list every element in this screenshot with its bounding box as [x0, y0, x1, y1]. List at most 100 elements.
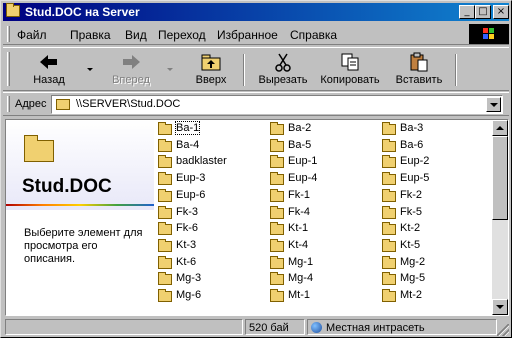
back-button[interactable]: Назад — [27, 52, 71, 88]
address-label: Адрес — [15, 98, 47, 110]
file-name: Fk-3 — [176, 205, 198, 218]
status-cell-size: 520 бай — [245, 319, 305, 335]
file-name: Mg-5 — [400, 272, 426, 285]
forward-arrow-icon — [119, 52, 143, 72]
folder-icon — [158, 272, 172, 286]
folder-icon — [158, 289, 172, 302]
copy-button[interactable]: Копировать — [317, 52, 383, 88]
folder-icon — [382, 238, 396, 252]
folder-icon — [382, 289, 396, 302]
folder-icon — [56, 99, 70, 110]
scroll-down-button[interactable] — [492, 299, 508, 315]
back-dropdown-icon[interactable] — [87, 68, 93, 71]
folder-icon — [270, 172, 284, 186]
address-value[interactable]: \\SERVER\Stud.DOC — [76, 98, 180, 110]
address-grip[interactable] — [7, 96, 10, 112]
maximize-button[interactable]: □ — [475, 5, 491, 19]
explorer-window: Stud.DOC на Server _ □ × Файл Правка Вид… — [0, 0, 512, 338]
file-name: Eup-4 — [288, 172, 318, 185]
menu-edit[interactable]: Правка — [70, 28, 111, 42]
up-label: Вверх — [195, 74, 227, 86]
file-name: Ba-6 — [400, 138, 424, 151]
file-name: Eup-3 — [176, 172, 206, 185]
file-name: Fk-4 — [288, 205, 310, 218]
folder-icon — [158, 138, 172, 152]
menu-view[interactable]: Вид — [125, 28, 147, 42]
file-name: Eup-1 — [288, 155, 318, 168]
file-name: Mg-3 — [176, 272, 202, 285]
file-name: Eup-6 — [176, 188, 206, 201]
menu-favorites[interactable]: Избранное — [217, 28, 278, 42]
folder-icon — [158, 255, 172, 269]
folder-icon — [382, 272, 396, 286]
file-name: Mg-6 — [176, 289, 202, 301]
file-list: Ba-1 Ba-2 Ba-3 Ba-4 Ba-5 Ba-6 badklaster Eup-1 E… — [156, 120, 490, 315]
back-label: Назад — [33, 74, 65, 86]
title-bar[interactable]: Stud.DOC на Server _ □ × — [3, 3, 509, 21]
scroll-thumb[interactable] — [492, 136, 508, 220]
folder-icon — [158, 155, 172, 169]
folder-icon — [270, 155, 284, 169]
copy-label: Копировать — [320, 74, 380, 86]
address-bar: Адрес \\SERVER\Stud.DOC — [3, 92, 509, 116]
scroll-up-button[interactable] — [492, 120, 508, 136]
rainbow-divider — [6, 204, 154, 206]
standard-toolbar: Назад Вперед Вверх Вырезать Копировать В… — [3, 47, 509, 91]
windows-flag-icon — [483, 28, 495, 40]
minimize-button[interactable]: _ — [459, 5, 475, 19]
forward-button[interactable]: Вперед — [107, 52, 155, 88]
paste-button[interactable]: Вставить — [391, 52, 447, 88]
menu-file[interactable]: Файл — [17, 28, 47, 42]
file-name: Mg-2 — [400, 255, 426, 268]
address-dropdown-button[interactable] — [486, 97, 501, 112]
folder-icon[interactable] — [6, 3, 20, 17]
vertical-scrollbar[interactable] — [492, 120, 508, 315]
file-name: Kt-3 — [176, 238, 197, 251]
status-bar: 520 бай Местная интрасеть — [3, 318, 509, 336]
folder-icon — [270, 255, 284, 269]
status-size: 520 бай — [249, 322, 289, 334]
toolbar-grip[interactable] — [7, 52, 10, 86]
folder-icon — [382, 138, 396, 152]
folder-icon — [270, 138, 284, 152]
paste-clipboard-icon — [407, 52, 431, 72]
file-name: Ba-1 — [174, 121, 201, 135]
webview-description: Выберите элемент для просмотра его описа… — [24, 227, 143, 265]
file-name: Mt-1 — [288, 289, 310, 301]
file-name: Kt-6 — [176, 255, 197, 268]
folder-content: Stud.DOC Выберите элемент для просмотра … — [5, 119, 509, 316]
file-name: Kt-5 — [400, 238, 421, 251]
menu-bar: Файл Правка Вид Переход Избранное Справк… — [3, 23, 509, 45]
folder-icon — [158, 122, 172, 135]
cut-button[interactable]: Вырезать — [255, 52, 311, 88]
status-zone: Местная интрасеть — [326, 322, 425, 334]
file-name: Mg-4 — [288, 272, 314, 285]
forward-label: Вперед — [112, 74, 150, 86]
folder-icon — [158, 205, 172, 219]
file-name: Eup-5 — [400, 172, 430, 185]
address-input[interactable]: \\SERVER\Stud.DOC — [51, 95, 503, 114]
up-button[interactable]: Вверх — [189, 52, 233, 88]
windows-logo — [469, 24, 509, 44]
folder-icon — [382, 255, 396, 269]
back-arrow-icon — [37, 52, 61, 72]
up-folder-icon — [199, 52, 223, 72]
file-name: Ba-5 — [288, 138, 312, 151]
file-name: Eup-2 — [400, 155, 430, 168]
close-button[interactable]: × — [493, 5, 509, 19]
file-name: Mg-1 — [288, 255, 314, 268]
folder-icon — [270, 122, 284, 135]
folder-icon — [158, 188, 172, 202]
folder-icon — [382, 205, 396, 219]
toolbar-separator-2 — [455, 54, 457, 86]
resize-grip-icon[interactable] — [497, 324, 509, 336]
file-name: Fk-5 — [400, 205, 422, 218]
forward-dropdown-icon[interactable] — [167, 68, 173, 71]
webview-panel: Stud.DOC Выберите элемент для просмотра … — [6, 120, 154, 315]
folder-icon — [270, 289, 284, 302]
menu-grip[interactable] — [7, 26, 10, 42]
folder-icon — [382, 122, 396, 135]
menu-help[interactable]: Справка — [290, 28, 337, 42]
file-name: Fk-6 — [176, 222, 198, 235]
menu-go[interactable]: Переход — [158, 28, 206, 42]
